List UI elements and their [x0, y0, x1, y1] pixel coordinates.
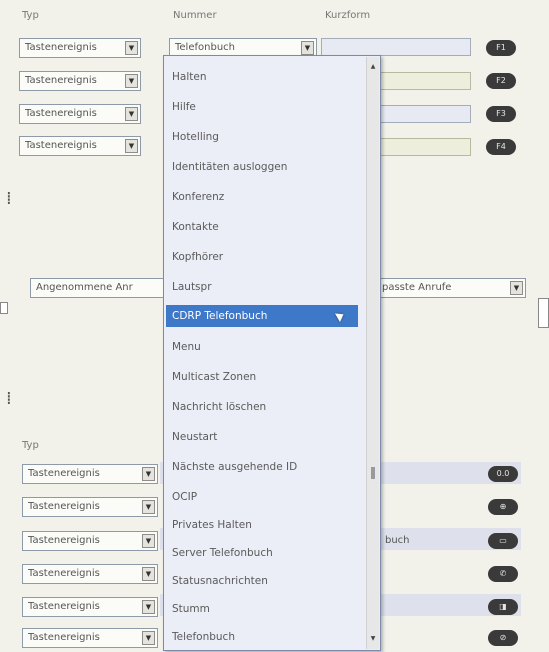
typ-select-7[interactable]: Tastenereignis ▼: [22, 531, 158, 551]
scrollbar-thumb[interactable]: [371, 467, 375, 479]
key-badge-4: F4: [486, 139, 516, 155]
chevron-down-icon[interactable]: ▼: [142, 631, 155, 645]
nummer-dropdown-list[interactable]: Halten Hilfe Hotelling Identitäten auslo…: [163, 55, 381, 651]
dropdown-item[interactable]: Nächste ausgehende ID: [172, 461, 297, 473]
typ-select-8[interactable]: Tastenereignis ▼: [22, 564, 158, 584]
dropdown-item[interactable]: Multicast Zonen: [172, 371, 256, 383]
chevron-down-icon[interactable]: ▼: [125, 74, 138, 88]
chevron-down-icon[interactable]: ▼: [510, 281, 523, 295]
dropdown-item[interactable]: Stumm: [172, 603, 210, 615]
scroll-left-indicator[interactable]: [0, 302, 8, 314]
key-badge-10: ⊘: [488, 630, 518, 646]
angenommene-anrufe-value: Angenommene Anr: [36, 282, 133, 293]
key-badge-8: ✆: [488, 566, 518, 582]
typ-select-3-value: Tastenereignis: [25, 108, 97, 119]
dropdown-item[interactable]: Nachricht löschen: [172, 401, 266, 413]
typ-select-4[interactable]: Tastenereignis ▼: [19, 136, 141, 156]
dropdown-item-selected[interactable]: CDRP Telefonbuch: [166, 305, 358, 327]
typ-select-8-value: Tastenereignis: [28, 568, 100, 579]
scroll-down-icon[interactable]: ▼: [367, 633, 379, 645]
dropdown-item[interactable]: Kontakte: [172, 221, 219, 233]
key-badge-9: ◨: [488, 599, 518, 615]
dropdown-item[interactable]: Menu: [172, 341, 201, 353]
key-badge-7: ▭: [488, 533, 518, 549]
chevron-down-icon[interactable]: ▼: [142, 467, 155, 481]
chevron-down-icon[interactable]: ▼: [125, 107, 138, 121]
dropdown-item[interactable]: Hilfe: [172, 101, 196, 113]
typ-select-9[interactable]: Tastenereignis ▼: [22, 597, 158, 617]
dropdown-item[interactable]: OCIP: [172, 491, 197, 503]
dropdown-item[interactable]: Server Telefonbuch: [172, 547, 273, 559]
chevron-down-icon[interactable]: ▼: [142, 567, 155, 581]
chevron-down-icon[interactable]: ▼: [125, 139, 138, 153]
verpasste-anrufe-select[interactable]: passte Anrufe ▼: [376, 278, 526, 298]
typ-select-2[interactable]: Tastenereignis ▼: [19, 71, 141, 91]
key-badge-1: F1: [486, 40, 516, 56]
typ-select-6-value: Tastenereignis: [28, 501, 100, 512]
dropdown-scrollbar[interactable]: ▲ ▼: [366, 57, 379, 649]
key-badge-5: 0.0: [488, 466, 518, 482]
typ-select-5[interactable]: Tastenereignis ▼: [22, 464, 158, 484]
section-marker: ⁞: [6, 388, 12, 409]
verpasste-anrufe-value: passte Anrufe: [382, 282, 452, 293]
dropdown-item[interactable]: Halten: [172, 71, 206, 83]
dropdown-item[interactable]: Kopfhörer: [172, 251, 223, 263]
typ-select-10[interactable]: Tastenereignis ▼: [22, 628, 158, 648]
key-badge-2: F2: [486, 73, 516, 89]
typ-header-lower: Typ: [22, 440, 39, 451]
typ-select-1-value: Tastenereignis: [25, 42, 97, 53]
key-badge-6: ⊕: [488, 499, 518, 515]
nummer-select-value: Telefonbuch: [175, 42, 235, 53]
angenommene-anrufe-select[interactable]: Angenommene Anr: [30, 278, 175, 298]
typ-select-5-value: Tastenereignis: [28, 468, 100, 479]
chevron-down-icon[interactable]: ▼: [125, 41, 138, 55]
dropdown-item[interactable]: Konferenz: [172, 191, 224, 203]
dropdown-item[interactable]: Statusnachrichten: [172, 575, 268, 587]
dropdown-item[interactable]: Neustart: [172, 431, 217, 443]
typ-select-6[interactable]: Tastenereignis ▼: [22, 497, 158, 517]
chevron-down-icon[interactable]: ▼: [142, 600, 155, 614]
dropdown-item[interactable]: Identitäten ausloggen: [172, 161, 287, 173]
scroll-right-indicator[interactable]: [538, 298, 549, 328]
kurzform-header: Kurzform: [325, 10, 371, 21]
dropdown-item[interactable]: Telefonbuch: [172, 631, 235, 643]
typ-select-7-value: Tastenereignis: [28, 535, 100, 546]
kurzform-field-7-value: buch: [385, 535, 410, 546]
section-marker: ⁞: [6, 188, 12, 209]
kurzform-field-1[interactable]: [321, 38, 471, 56]
chevron-down-icon[interactable]: ▼: [142, 534, 155, 548]
typ-header: Typ: [22, 10, 39, 21]
key-badge-3: F3: [486, 106, 516, 122]
typ-select-1[interactable]: Tastenereignis ▼: [19, 38, 141, 58]
typ-select-4-value: Tastenereignis: [25, 140, 97, 151]
dropdown-item[interactable]: Lautspr: [172, 281, 212, 293]
typ-select-9-value: Tastenereignis: [28, 601, 100, 612]
nummer-header: Nummer: [173, 10, 217, 21]
scroll-up-icon[interactable]: ▲: [367, 61, 379, 73]
dropdown-item[interactable]: Hotelling: [172, 131, 219, 143]
typ-select-3[interactable]: Tastenereignis ▼: [19, 104, 141, 124]
typ-select-2-value: Tastenereignis: [25, 75, 97, 86]
typ-select-10-value: Tastenereignis: [28, 632, 100, 643]
chevron-down-icon[interactable]: ▼: [142, 500, 155, 514]
dropdown-item[interactable]: Privates Halten: [172, 519, 252, 531]
chevron-down-icon[interactable]: ▼: [301, 41, 314, 55]
